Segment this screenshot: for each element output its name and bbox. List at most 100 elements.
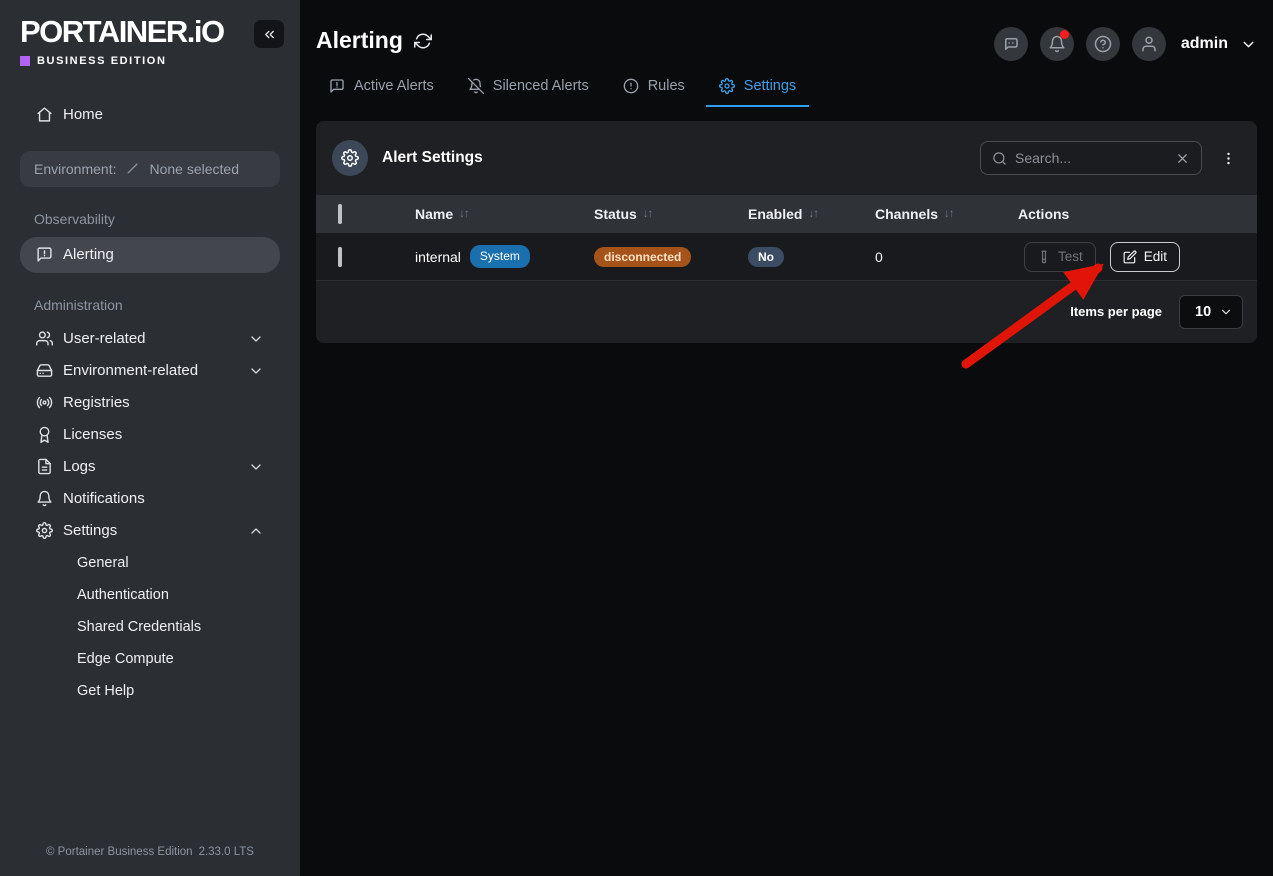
column-header-name[interactable]: Name ↓↑ (415, 206, 594, 222)
alert-message-icon (36, 246, 53, 263)
gear-icon (718, 78, 735, 94)
notifications-button[interactable] (1039, 27, 1074, 61)
award-icon (36, 426, 53, 444)
sort-icon: ↓↑ (808, 208, 818, 220)
select-all-checkbox[interactable] (338, 204, 342, 224)
sidebar-item-label: Logs (63, 458, 96, 476)
section-administration: Administration (34, 296, 123, 313)
channels-count: 0 (875, 248, 883, 265)
chevron-up-icon (248, 523, 264, 539)
tab-rules[interactable]: Rules (610, 78, 698, 107)
alert-name: internal (415, 248, 461, 265)
help-button[interactable] (1085, 27, 1120, 61)
system-badge: System (469, 245, 530, 268)
slash-icon (125, 161, 140, 176)
column-header-enabled[interactable]: Enabled ↓↑ (748, 206, 875, 222)
brand-purple-square-icon (20, 55, 30, 66)
sidebar-subitem-shared-credentials[interactable]: Shared Credentials (0, 611, 300, 643)
sidebar-item-registries[interactable]: Registries (20, 387, 280, 419)
sidebar: PORTAINER.iO BUSINESS EDITION Home Envir… (0, 0, 300, 876)
edit-pencil-icon (1123, 250, 1137, 263)
question-circle-icon (1094, 35, 1112, 53)
sidebar-subitem-get-help[interactable]: Get Help (0, 675, 300, 707)
sidebar-item-label: Settings (63, 522, 118, 540)
sidebar-subitem-authentication[interactable]: Authentication (0, 579, 300, 611)
sidebar-item-notifications[interactable]: Notifications (20, 483, 280, 515)
alert-settings-panel: Alert Settings Name↓↑ Status↓↑ Enabled↓↑… (316, 121, 1257, 343)
bell-off-icon (467, 78, 484, 94)
gear-icon (341, 149, 359, 167)
main-content: Alerting admin Active Alerts Silenced Al… (300, 0, 1273, 876)
bell-icon (36, 490, 53, 507)
home-icon (36, 106, 53, 123)
notification-dot (1059, 30, 1069, 39)
table-header-row: Name ↓↑ Status ↓↑ Enabled ↓↑ Channels ↓↑ Act… (316, 195, 1257, 233)
version-footer: © Portainer Business Edition 2.33.0 LTS (46, 846, 254, 858)
sidebar-item-environment-related[interactable]: Environment-related (20, 355, 280, 387)
portainer-logo[interactable]: PORTAINER.iO BUSINESS EDITION (20, 14, 225, 67)
chat-bot-icon (1004, 38, 1018, 50)
search-input[interactable] (1015, 150, 1167, 166)
sidebar-item-label: Registries (63, 394, 130, 412)
file-text-icon (36, 458, 53, 475)
logo-text: PORTAINER.iO (20, 14, 225, 49)
chevron-down-icon (248, 363, 264, 379)
test-button[interactable]: Test (1024, 241, 1096, 272)
status-badge: disconnected (594, 246, 692, 267)
sidebar-item-logs[interactable]: Logs (20, 451, 280, 483)
app-root: PORTAINER.iO BUSINESS EDITION Home Envir… (0, 0, 1273, 876)
user-avatar[interactable] (1131, 27, 1166, 61)
section-observability: Observability (34, 210, 115, 227)
username-label[interactable]: admin (1181, 35, 1228, 53)
items-per-page-label: Items per page (1070, 304, 1162, 319)
kebab-menu-icon[interactable] (1215, 150, 1241, 167)
message-square-icon (330, 79, 344, 93)
sidebar-item-user-related[interactable]: User-related (20, 323, 280, 355)
search-box (980, 141, 1202, 175)
chevron-down-icon (1221, 309, 1231, 314)
user-icon (1142, 36, 1156, 52)
clear-search-icon[interactable] (1175, 151, 1190, 166)
sidebar-item-settings[interactable]: Settings (20, 515, 280, 547)
sidebar-collapse-button[interactable] (254, 20, 284, 48)
panel-gear-badge (332, 140, 368, 176)
sidebar-item-label: Alerting (63, 246, 114, 264)
environment-value: None selected (149, 160, 239, 177)
tab-silenced-alerts[interactable]: Silenced Alerts (455, 78, 602, 107)
sidebar-subitem-edge-compute[interactable]: Edge Compute (0, 643, 300, 675)
tab-active-alerts[interactable]: Active Alerts (316, 78, 447, 107)
environment-selector[interactable]: Environment: None selected (20, 150, 280, 187)
chat-bot-button[interactable] (993, 27, 1028, 61)
user-menu-chevron-icon[interactable] (1240, 36, 1257, 53)
edit-button[interactable]: Edit (1109, 241, 1181, 272)
version-number: 2.33.0 LTS (198, 846, 254, 858)
page-header: Alerting admin (300, 0, 1273, 61)
enabled-badge: No (748, 246, 784, 267)
sidebar-item-licenses[interactable]: Licenses (20, 419, 280, 451)
sort-icon: ↓↑ (944, 208, 954, 220)
page-title: Alerting (316, 27, 403, 53)
row-checkbox[interactable] (338, 246, 342, 267)
tab-settings[interactable]: Settings (705, 78, 810, 107)
chevron-down-icon (248, 459, 264, 475)
sort-icon: ↓↑ (642, 208, 653, 220)
sidebar-subitem-general[interactable]: General (0, 547, 300, 579)
sort-icon: ↓↑ (459, 208, 469, 220)
column-header-channels[interactable]: Channels ↓↑ (875, 206, 1018, 222)
test-tube-icon (1041, 250, 1047, 263)
column-header-status[interactable]: Status ↓↑ (594, 206, 748, 222)
gear-icon (36, 522, 53, 539)
alerting-tabs: Active Alerts Silenced Alerts Rules Sett… (316, 78, 1257, 107)
edition-label: BUSINESS EDITION (20, 55, 224, 67)
refresh-icon[interactable] (413, 32, 432, 50)
sidebar-item-alerting[interactable]: Alerting (20, 236, 280, 273)
sidebar-item-label: Licenses (63, 426, 123, 444)
items-per-page-select[interactable]: 10 (1179, 294, 1243, 329)
hard-drive-icon (36, 362, 53, 379)
table-row: internal System disconnected No 0 Test E… (316, 233, 1257, 281)
panel-title: Alert Settings (382, 149, 483, 166)
panel-header: Alert Settings (316, 121, 1257, 195)
sidebar-item-home[interactable]: Home (20, 97, 280, 133)
table-footer: Items per page 10 (316, 281, 1257, 342)
search-icon (993, 151, 1006, 165)
